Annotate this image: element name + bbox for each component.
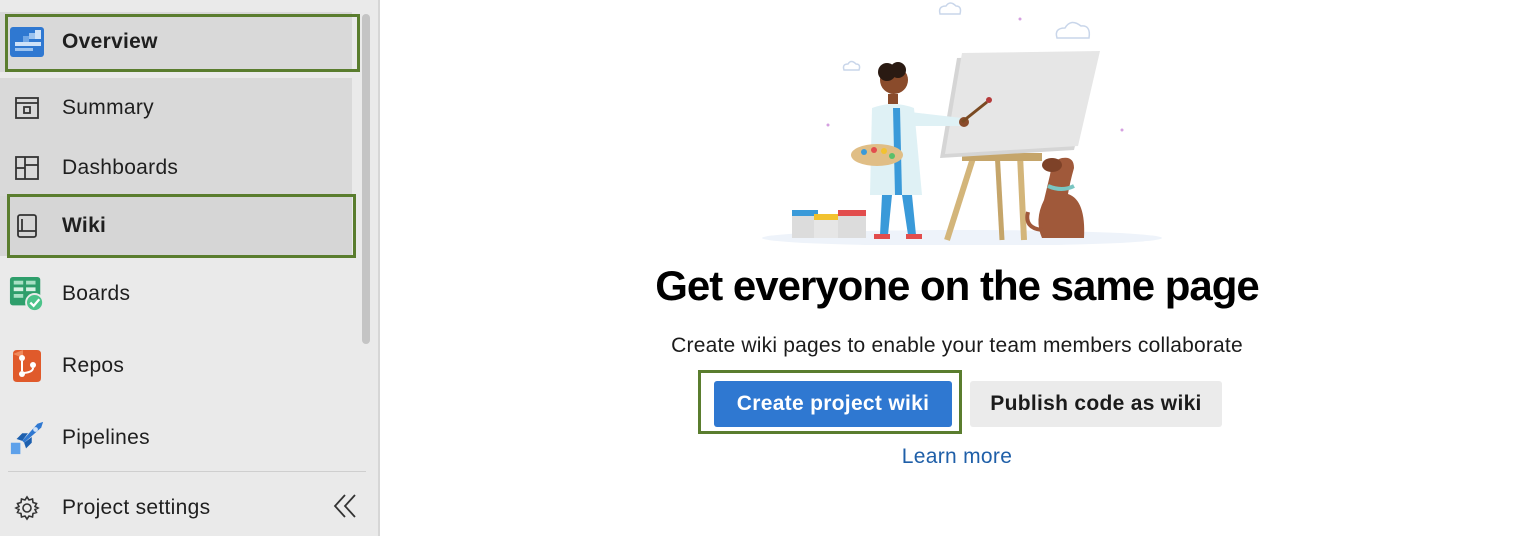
sidebar-item-project-settings[interactable]: Project settings bbox=[0, 478, 320, 538]
sidebar-item-label: Project settings bbox=[62, 496, 211, 519]
publish-code-as-wiki-button[interactable]: Publish code as wiki bbox=[970, 381, 1222, 427]
gear-icon bbox=[9, 490, 45, 526]
sidebar-item-repos[interactable]: Repos bbox=[0, 336, 352, 396]
overview-icon bbox=[9, 24, 45, 60]
sidebar-item-wiki[interactable]: Wiki bbox=[0, 196, 352, 256]
collapse-sidebar-button[interactable] bbox=[328, 490, 362, 526]
sidebar-item-label: Repos bbox=[62, 354, 125, 377]
sidebar-item-boards[interactable]: Boards bbox=[0, 264, 352, 324]
page-title: Get everyone on the same page bbox=[655, 262, 1260, 309]
sidebar-scrollbar[interactable] bbox=[362, 14, 370, 344]
sidebar-item-label: Overview bbox=[62, 30, 158, 53]
wiki-icon bbox=[9, 208, 45, 244]
sidebar-item-pipelines[interactable]: Pipelines bbox=[0, 408, 352, 468]
project-sidebar: Overview Summary Dashboards Wiki Boards … bbox=[0, 0, 380, 536]
double-chevron-left-icon bbox=[331, 492, 359, 525]
wiki-empty-state: Get everyone on the same page Create wik… bbox=[382, 0, 1532, 536]
sidebar-item-summary[interactable]: Summary bbox=[0, 78, 352, 138]
sidebar-item-label: Boards bbox=[62, 282, 131, 305]
summary-icon bbox=[9, 90, 45, 126]
dashboards-icon bbox=[9, 150, 45, 186]
sidebar-divider bbox=[8, 471, 366, 472]
boards-icon bbox=[9, 276, 45, 312]
sidebar-item-label: Wiki bbox=[62, 214, 107, 237]
learn-more-link[interactable]: Learn more bbox=[382, 445, 1532, 469]
sidebar-item-label: Summary bbox=[62, 96, 154, 119]
sidebar-item-overview[interactable]: Overview bbox=[0, 12, 352, 72]
page-subtitle: Create wiki pages to enable your team me… bbox=[671, 334, 1243, 357]
sidebar-item-dashboards[interactable]: Dashboards bbox=[0, 138, 352, 198]
pipelines-icon bbox=[9, 420, 45, 456]
repos-icon bbox=[9, 348, 45, 384]
sidebar-item-label: Dashboards bbox=[62, 156, 179, 179]
painter-illustration bbox=[752, 0, 1172, 246]
sidebar-item-label: Pipelines bbox=[62, 426, 150, 449]
create-project-wiki-button[interactable]: Create project wiki bbox=[714, 381, 952, 427]
